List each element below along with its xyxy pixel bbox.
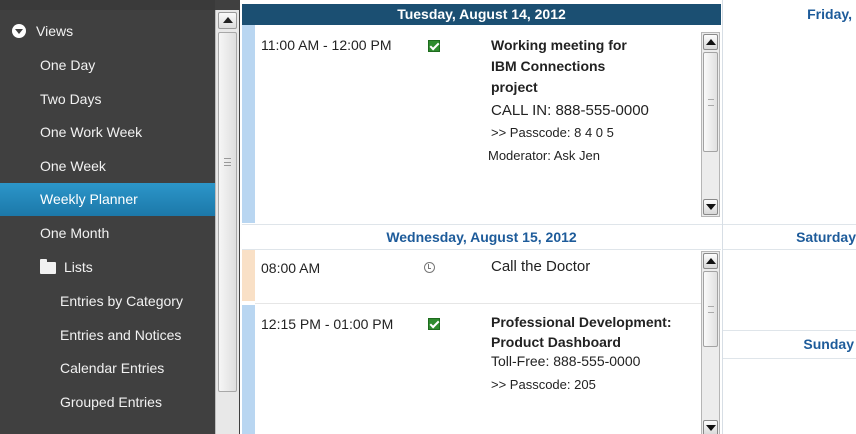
day-header-tuesday[interactable]: Tuesday, August 14, 2012 (242, 4, 721, 25)
event-stripe (242, 25, 255, 223)
folder-icon (40, 259, 56, 274)
row-separator (723, 330, 856, 331)
scroll-thumb[interactable] (703, 52, 718, 152)
view-one-week[interactable]: One Week (0, 150, 215, 183)
event-time: 08:00 AM (261, 260, 321, 276)
tuesday-event-scrollbar[interactable] (701, 32, 720, 217)
list-entries-and-notices[interactable]: Entries and Notices (0, 319, 215, 352)
view-one-month[interactable]: One Month (0, 217, 215, 250)
views-header[interactable]: Views (0, 15, 215, 48)
day-header-friday-label: Friday, (807, 6, 852, 22)
wednesday-events: 08:00 AM Call the Doctor 12:15 PM - 01:0… (242, 250, 721, 434)
collapse-views-icon[interactable] (12, 24, 26, 38)
confirmed-check-icon (428, 318, 440, 330)
column-divider (722, 0, 723, 434)
event-separator (255, 303, 701, 304)
wednesday-event-scrollbar[interactable] (701, 251, 720, 434)
event-title-line: Professional Development: (491, 314, 672, 330)
scroll-down-icon[interactable] (703, 199, 718, 215)
event-detail-line: CALL IN: 888-555-0000 (491, 102, 649, 119)
event-title-line: project (491, 79, 538, 95)
day-header-sunday[interactable]: Sunday (723, 334, 856, 355)
scroll-thumb[interactable] (703, 271, 718, 347)
list-entries-by-category[interactable]: Entries by Category (0, 285, 215, 318)
sidebar-nav: Views One Day Two Days One Work Week One… (0, 0, 215, 434)
event-detail-line: >> Passcode: 205 (491, 377, 596, 392)
view-one-day[interactable]: One Day (0, 49, 215, 82)
event-detail-line: Moderator: Ask Jen (488, 148, 600, 163)
view-weekly-planner-label: Weekly Planner (40, 191, 138, 207)
view-two-days[interactable]: Two Days (0, 83, 215, 116)
day-header-friday[interactable]: Friday, (723, 4, 856, 25)
sidebar-scroll-thumb[interactable] (218, 32, 237, 392)
row-separator (723, 358, 856, 359)
event-time: 12:15 PM - 01:00 PM (261, 316, 394, 332)
view-one-day-label: One Day (40, 57, 96, 73)
event-detail-line: Toll-Free: 888-555-0000 (491, 353, 641, 369)
scroll-up-icon[interactable] (703, 253, 718, 269)
list-calendar-entries-label: Calendar Entries (60, 360, 165, 376)
day-header-sunday-label: Sunday (803, 336, 854, 352)
view-one-week-label: One Week (40, 158, 106, 174)
list-grouped-entries[interactable]: Grouped Entries (0, 386, 215, 419)
list-calendar-entries[interactable]: Calendar Entries (0, 352, 215, 385)
sidebar: Views One Day Two Days One Work Week One… (0, 0, 240, 434)
day-header-tuesday-label: Tuesday, August 14, 2012 (397, 6, 566, 22)
scroll-down-icon[interactable] (703, 420, 718, 434)
list-grouped-entries-label: Grouped Entries (60, 394, 162, 410)
sidebar-scrollbar[interactable] (215, 10, 239, 434)
view-weekly-planner[interactable]: Weekly Planner (0, 183, 215, 216)
sidebar-scroll-up-icon[interactable] (218, 12, 237, 29)
tuesday-events: 11:00 AM - 12:00 PM Working meeting for … (242, 25, 721, 223)
event-title-line: Call the Doctor (491, 258, 591, 275)
row-separator (723, 249, 856, 250)
day-header-saturday-label: Saturday (796, 229, 856, 245)
confirmed-check-icon (428, 40, 440, 52)
view-one-work-week-label: One Work Week (40, 124, 143, 140)
event-detail-line: >> Passcode: 8 4 0 5 (491, 125, 614, 140)
list-entries-by-category-label: Entries by Category (60, 293, 183, 309)
view-one-work-week[interactable]: One Work Week (0, 116, 215, 149)
event-title-line: Working meeting for (491, 37, 627, 53)
reminder-clock-icon (424, 262, 435, 273)
list-entries-and-notices-label: Entries and Notices (60, 327, 182, 343)
event-stripe (242, 250, 255, 301)
day-header-wednesday[interactable]: Wednesday, August 15, 2012 (242, 227, 721, 248)
lists-label: Lists (64, 259, 93, 275)
lists-header[interactable]: Lists (0, 251, 215, 284)
views-label: Views (36, 23, 74, 39)
event-title-line: Product Dashboard (491, 334, 621, 350)
scroll-up-icon[interactable] (703, 34, 718, 50)
event-stripe (242, 305, 255, 434)
event-time: 11:00 AM - 12:00 PM (261, 37, 392, 53)
event-title-line: IBM Connections (491, 58, 606, 74)
grip-icon (224, 158, 231, 166)
row-separator (242, 224, 856, 225)
view-one-month-label: One Month (40, 225, 110, 241)
view-two-days-label: Two Days (40, 91, 102, 107)
day-header-wednesday-label: Wednesday, August 15, 2012 (386, 229, 577, 245)
day-header-saturday[interactable]: Saturday (723, 227, 856, 248)
sidebar-top-edge (0, 0, 215, 10)
